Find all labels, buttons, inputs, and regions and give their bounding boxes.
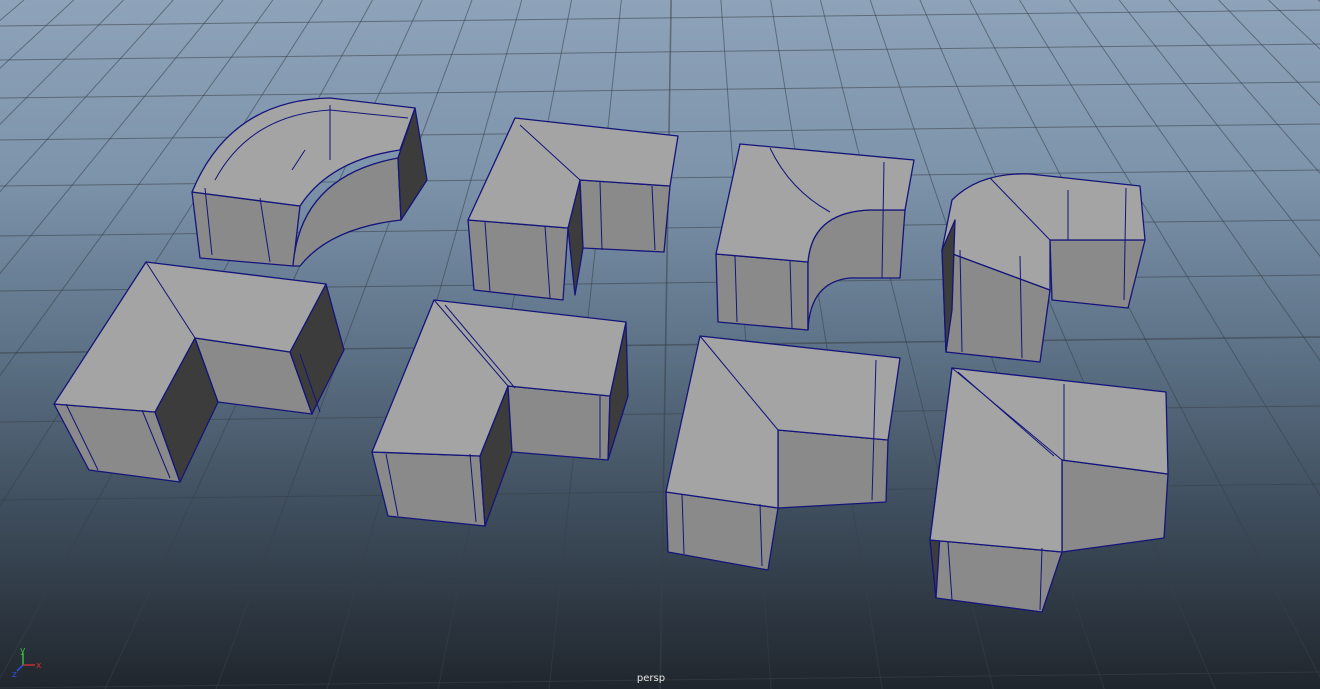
z-axis-label: z (12, 670, 17, 680)
bevel-elbow-1[interactable] (715, 143, 915, 331)
x-axis-label: x (36, 661, 42, 671)
grid-line (1019, 0, 1320, 497)
grid-line (0, 81, 1320, 99)
grid-line (0, 9, 1320, 27)
mesh-face (507, 385, 611, 461)
grid-line (1068, 0, 1320, 362)
chamfer-elbow-1[interactable] (467, 117, 679, 301)
mitered-elbow-2[interactable] (371, 299, 629, 527)
mitered-elbow-4[interactable] (929, 367, 1169, 613)
y-axis-label: y (20, 646, 26, 656)
mitered-elbow-3[interactable] (665, 335, 901, 571)
z-axis-line (16, 664, 24, 672)
grid-line (1268, 0, 1320, 50)
mesh-face (807, 209, 906, 331)
grid-line (1168, 0, 1320, 174)
scene-canvas[interactable] (0, 0, 1320, 689)
curved-elbow-1[interactable] (191, 97, 428, 267)
grid-line (0, 571, 1320, 589)
camera-name-label: persp (636, 673, 666, 684)
scene-objects[interactable] (53, 97, 1169, 613)
grid-line (1218, 0, 1320, 107)
mesh-face (371, 451, 486, 527)
mesh-face (715, 253, 809, 331)
grid-line (0, 0, 75, 69)
grid-line (770, 0, 883, 689)
mesh-face (1049, 239, 1146, 309)
grid-line (1118, 0, 1320, 258)
mesh-face (579, 179, 671, 253)
mesh-face (777, 429, 889, 509)
grid-line (0, 43, 1320, 61)
mesh-face (467, 219, 569, 301)
mesh-face (1061, 459, 1169, 553)
sharp-elbow-1[interactable] (53, 261, 345, 483)
rounded-elbow-1[interactable] (941, 173, 1146, 363)
view-axis-indicator: y x z (12, 646, 42, 680)
persp-viewport[interactable]: persp y x z (0, 0, 1320, 689)
